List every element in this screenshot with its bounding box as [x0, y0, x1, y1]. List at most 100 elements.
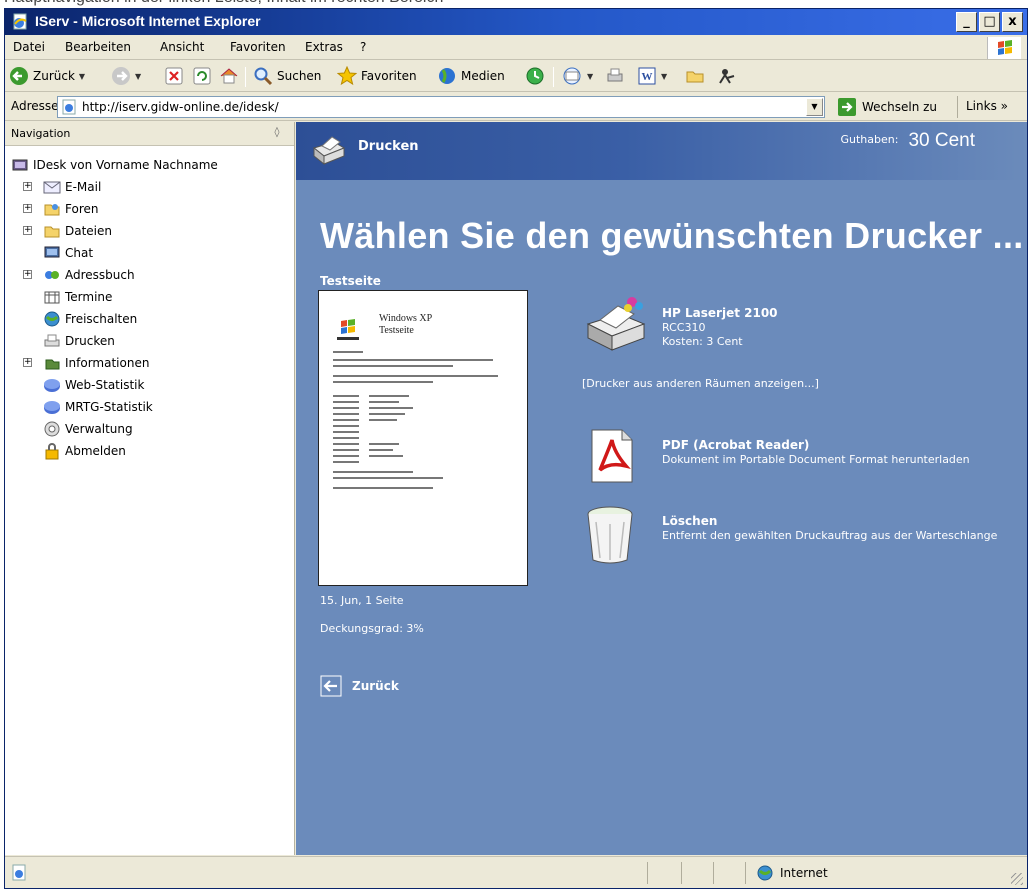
forward-button[interactable]: ▼: [111, 65, 141, 87]
credit-display: Guthaben: 30 Cent: [841, 130, 976, 152]
nav-label: Informationen: [65, 356, 150, 370]
nav-item-informationen[interactable]: + Informationen: [23, 352, 149, 374]
nav-label: Freischalten: [65, 312, 138, 326]
print-icon: [607, 68, 623, 82]
printer-cost: Kosten: 3 Cent: [662, 335, 743, 348]
address-field[interactable]: ▼: [57, 96, 825, 118]
other-rooms-link[interactable]: [Drucker aus anderen Räumen anzeigen...]: [582, 377, 819, 390]
links-button[interactable]: Links »: [957, 96, 1008, 118]
expand-icon[interactable]: +: [23, 226, 32, 235]
folder-icon: [44, 226, 60, 238]
zone-label: Internet: [780, 866, 828, 880]
nav-root-label: IDesk von Vorname Nachname: [33, 158, 218, 172]
home-button[interactable]: [219, 65, 239, 87]
printer-option[interactable]: HP Laserjet 2100 RCC310 Kosten: 3 Cent: [582, 292, 1022, 362]
refresh-button[interactable]: [193, 65, 211, 87]
nav-item-web-statistik[interactable]: Web-Statistik: [43, 374, 144, 396]
nav-item-drucken[interactable]: Drucken: [43, 330, 115, 352]
back-button[interactable]: Zurück ▼: [9, 65, 85, 87]
maximize-button[interactable]: □: [979, 12, 1000, 32]
menu-bearbeiten[interactable]: Bearbeiten: [65, 40, 131, 54]
home-icon: [220, 68, 238, 84]
messenger-button[interactable]: [717, 65, 737, 87]
mail-icon: [43, 181, 61, 194]
addressbook-icon: [45, 271, 59, 279]
nav-item-freischalten[interactable]: Freischalten: [43, 308, 137, 330]
history-icon: [526, 67, 544, 85]
chevron-down-icon[interactable]: ▼: [806, 98, 823, 116]
pdf-option-name: PDF (Acrobat Reader): [662, 438, 810, 452]
menu-extras[interactable]: Extras: [305, 40, 343, 54]
close-button[interactable]: x: [1002, 12, 1023, 32]
nav-root[interactable]: IDesk von Vorname Nachname: [11, 154, 218, 176]
nav-item-chat[interactable]: Chat: [43, 242, 93, 264]
nav-item-adressbuch[interactable]: + Adressbuch: [23, 264, 135, 286]
back-arrow-icon: [10, 67, 28, 85]
content-header: Drucken Guthaben: 30 Cent: [296, 122, 1027, 180]
back-link-label: Zurück: [352, 679, 399, 693]
windows-logo-icon: [337, 319, 359, 340]
doc-text-line: [333, 351, 363, 353]
test-page-date: 15. Jun, 1 Seite: [320, 594, 404, 607]
delete-option[interactable]: Löschen Entfernt den gewählten Druckauft…: [582, 502, 1022, 572]
expand-icon[interactable]: +: [23, 270, 32, 279]
chevron-down-icon[interactable]: ▼: [135, 72, 141, 81]
address-input[interactable]: [82, 99, 782, 115]
nav-label: Abmelden: [65, 444, 126, 458]
pdf-download-option[interactable]: PDF (Acrobat Reader) Dokument im Portabl…: [582, 426, 1022, 496]
navigation-header: Navigation ◊: [5, 122, 294, 146]
nav-item-email[interactable]: + E-Mail: [23, 176, 101, 198]
security-zone[interactable]: Internet: [745, 862, 828, 884]
stop-button[interactable]: [165, 65, 183, 87]
back-link[interactable]: Zurück: [320, 675, 399, 697]
printer-icon: [586, 297, 646, 351]
word-icon: W: [638, 67, 656, 85]
menu-favoriten[interactable]: Favoriten: [230, 40, 286, 54]
printer-icon: [44, 334, 60, 347]
mail-button[interactable]: ▼: [561, 65, 593, 87]
go-button[interactable]: Wechseln zu: [837, 96, 937, 118]
chevron-down-icon[interactable]: ▼: [587, 72, 593, 81]
svg-text:W: W: [642, 71, 653, 83]
doc-text-line: [333, 431, 359, 433]
nav-item-mrtg-statistik[interactable]: MRTG-Statistik: [43, 396, 153, 418]
nav-label: Web-Statistik: [65, 378, 145, 392]
doc-text-line: [333, 461, 359, 463]
menu-ansicht[interactable]: Ansicht: [160, 40, 204, 54]
menu-datei[interactable]: Datei: [13, 40, 45, 54]
history-button[interactable]: [525, 65, 545, 87]
edit-word-button[interactable]: W ▼: [637, 65, 667, 87]
chevron-down-icon[interactable]: ▼: [661, 72, 667, 81]
menu-help[interactable]: ?: [360, 40, 366, 54]
doc-text-line: [333, 471, 413, 473]
status-cell: [681, 862, 682, 884]
windows-flag-icon: [987, 37, 1021, 59]
statistics-icon: [44, 379, 60, 392]
title-bar[interactable]: IServ - Microsoft Internet Explorer _ □ …: [5, 9, 1027, 35]
expand-icon[interactable]: +: [23, 182, 32, 191]
doc-text-line: [333, 419, 359, 421]
expand-icon[interactable]: +: [23, 358, 32, 367]
expand-icon[interactable]: +: [23, 204, 32, 213]
nav-item-abmelden[interactable]: Abmelden: [43, 440, 126, 462]
nav-item-foren[interactable]: + Foren: [23, 198, 98, 220]
chevron-down-icon[interactable]: ▼: [79, 72, 85, 81]
favorites-button[interactable]: Favoriten: [337, 65, 417, 87]
test-page-preview[interactable]: Windows XP Testseite: [318, 290, 528, 586]
minimize-button[interactable]: _: [956, 12, 977, 32]
resize-grip-icon[interactable]: [1011, 873, 1023, 885]
forward-arrow-icon: [112, 67, 130, 85]
discuss-button[interactable]: [685, 65, 705, 87]
search-button[interactable]: Suchen: [253, 65, 321, 87]
doc-text-line: [333, 413, 359, 415]
globe-icon: [757, 865, 773, 881]
doc-text-line: [333, 455, 359, 457]
menu-bar: Datei Bearbeiten Ansicht Favoriten Extra…: [5, 36, 1027, 60]
nav-item-dateien[interactable]: + Dateien: [23, 220, 112, 242]
media-button[interactable]: Medien: [437, 65, 505, 87]
print-button[interactable]: [605, 65, 625, 87]
close-pane-icon[interactable]: ◊: [270, 126, 284, 140]
nav-item-verwaltung[interactable]: Verwaltung: [43, 418, 133, 440]
doc-text-line: [333, 407, 359, 409]
nav-item-termine[interactable]: Termine: [43, 286, 112, 308]
